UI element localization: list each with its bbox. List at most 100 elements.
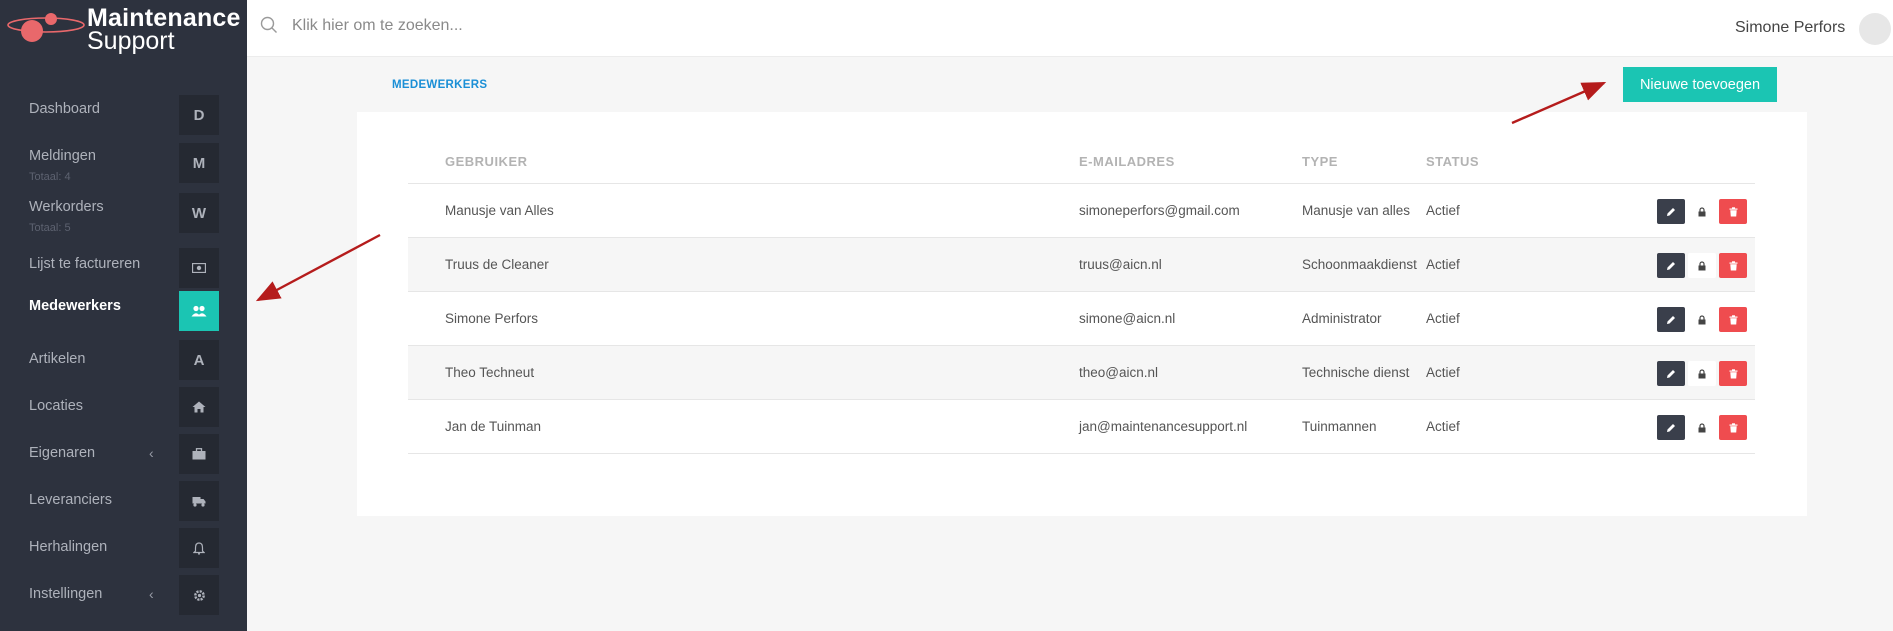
cell-type: Technische dienst: [1302, 365, 1410, 380]
edit-button[interactable]: [1657, 361, 1685, 386]
avatar[interactable]: [1859, 13, 1891, 45]
sidebar-item-leveranciers[interactable]: Leveranciers: [0, 479, 247, 523]
lock-button[interactable]: [1688, 307, 1716, 332]
lock-button[interactable]: [1688, 361, 1716, 386]
cell-status: Actief: [1426, 257, 1460, 272]
row-actions: [1657, 199, 1747, 224]
sidebar-item-artikelen[interactable]: Artikelen A: [0, 338, 247, 382]
meldingen-letter-icon: M: [179, 143, 219, 183]
sidebar-item-label: Dashboard: [29, 101, 100, 117]
lock-button[interactable]: [1688, 253, 1716, 278]
sidebar-item-label: Lijst te factureren: [29, 256, 141, 272]
column-header-user[interactable]: GEBRUIKER: [445, 154, 528, 169]
cell-user: Simone Perfors: [445, 311, 539, 326]
sidebar-item-werkorders[interactable]: Werkorders Totaal: 5 W: [0, 187, 247, 234]
lock-icon: [1698, 422, 1706, 432]
cell-status: Actief: [1426, 203, 1460, 218]
chevron-left-icon: ‹: [149, 445, 154, 461]
pencil-icon: [1667, 261, 1675, 270]
row-actions: [1657, 361, 1747, 386]
edit-button[interactable]: [1657, 307, 1685, 332]
cell-email: jan@maintenancesupport.nl: [1079, 419, 1248, 434]
lock-button[interactable]: [1688, 199, 1716, 224]
sidebar-item-lijst-te-factureren[interactable]: Lijst te factureren: [0, 243, 247, 288]
chevron-left-icon: ‹: [149, 586, 154, 602]
cell-user: Manusje van Alles: [445, 203, 554, 218]
cell-type: Schoonmaakdienst: [1302, 257, 1417, 272]
topbar: Simone Perfors: [247, 0, 1893, 57]
home-icon: [179, 387, 219, 427]
pencil-icon: [1667, 423, 1675, 432]
search-input[interactable]: [292, 14, 892, 38]
cell-email: simone@aicn.nl: [1079, 311, 1176, 326]
sidebar-item-locaties[interactable]: Locaties: [0, 385, 247, 429]
truck-icon: [179, 481, 219, 521]
trash-icon: [1729, 260, 1737, 270]
pencil-icon: [1667, 369, 1675, 378]
column-header-type[interactable]: TYPE: [1302, 154, 1338, 169]
row-actions: [1657, 307, 1747, 332]
cell-email: truus@aicn.nl: [1079, 257, 1162, 272]
table-row: Truus de Cleaner truus@aicn.nl Schoonmaa…: [408, 238, 1755, 292]
sidebar-item-medewerkers[interactable]: Medewerkers: [0, 289, 247, 333]
gear-icon: [179, 575, 219, 615]
sidebar-item-eigenaren[interactable]: Eigenaren ‹: [0, 432, 247, 476]
add-employee-button[interactable]: Nieuwe toevoegen: [1623, 67, 1777, 102]
sidebar-item-label: Werkorders: [29, 199, 104, 215]
lock-button[interactable]: [1688, 415, 1716, 440]
edit-button[interactable]: [1657, 415, 1685, 440]
user-name[interactable]: Simone Perfors: [1735, 19, 1845, 37]
sidebar-item-instellingen[interactable]: Instellingen ‹: [0, 573, 247, 617]
pencil-icon: [1667, 207, 1675, 216]
sidebar-item-herhalingen[interactable]: Herhalingen: [0, 526, 247, 570]
cell-email: theo@aicn.nl: [1079, 365, 1159, 380]
cell-user: Truus de Cleaner: [445, 257, 549, 272]
bell-icon: [179, 528, 219, 568]
edit-button[interactable]: [1657, 199, 1685, 224]
sidebar-item-label: Artikelen: [29, 351, 86, 367]
sidebar-item-label: Medewerkers: [29, 298, 121, 314]
cell-status: Actief: [1426, 365, 1460, 380]
sidebar-item-label: Instellingen: [29, 586, 103, 602]
search-icon[interactable]: [260, 16, 278, 34]
trash-icon: [1729, 206, 1737, 216]
row-actions: [1657, 415, 1747, 440]
logo[interactable]: Maintenance Support: [0, 0, 247, 57]
pencil-icon: [1667, 315, 1675, 324]
cell-type: Manusje van alles: [1302, 203, 1411, 218]
column-header-status[interactable]: STATUS: [1426, 154, 1479, 169]
lock-icon: [1698, 206, 1706, 216]
lock-icon: [1698, 368, 1706, 378]
money-icon: [179, 248, 219, 288]
werkorders-letter-icon: W: [179, 193, 219, 233]
trash-icon: [1729, 314, 1737, 324]
lock-icon: [1698, 260, 1706, 270]
logo-subtitle: Support: [87, 27, 175, 55]
cell-email: simoneperfors@gmail.com: [1079, 203, 1240, 218]
delete-button[interactable]: [1719, 199, 1747, 224]
table-row: Theo Techneut theo@aicn.nl Technische di…: [408, 346, 1755, 400]
edit-button[interactable]: [1657, 253, 1685, 278]
delete-button[interactable]: [1719, 415, 1747, 440]
users-icon: [179, 291, 219, 331]
employees-table: GEBRUIKER E-MAILADRES TYPE STATUS Manusj…: [408, 140, 1755, 454]
sidebar-item-dashboard[interactable]: Dashboard D: [0, 88, 247, 135]
sidebar-item-label: Meldingen: [29, 148, 96, 164]
column-header-email[interactable]: E-MAILADRES: [1079, 154, 1175, 169]
breadcrumb[interactable]: MEDEWERKERS: [392, 79, 487, 91]
sidebar-item-meldingen[interactable]: Meldingen Totaal: 4 M: [0, 136, 247, 183]
sidebar-item-count: Totaal: 5: [29, 222, 71, 234]
sidebar-item-label: Leveranciers: [29, 492, 113, 508]
logo-icon: [7, 13, 85, 42]
sidebar: Maintenance Support Dashboard D Meldinge…: [0, 0, 247, 631]
table-row: Jan de Tuinman jan@maintenancesupport.nl…: [408, 400, 1755, 454]
cell-status: Actief: [1426, 311, 1460, 326]
cell-type: Tuinmannen: [1302, 419, 1377, 434]
delete-button[interactable]: [1719, 361, 1747, 386]
artikelen-letter-icon: A: [179, 340, 219, 380]
delete-button[interactable]: [1719, 307, 1747, 332]
lock-icon: [1698, 314, 1706, 324]
cell-user: Theo Techneut: [445, 365, 535, 380]
cell-type: Administrator: [1302, 311, 1382, 326]
delete-button[interactable]: [1719, 253, 1747, 278]
